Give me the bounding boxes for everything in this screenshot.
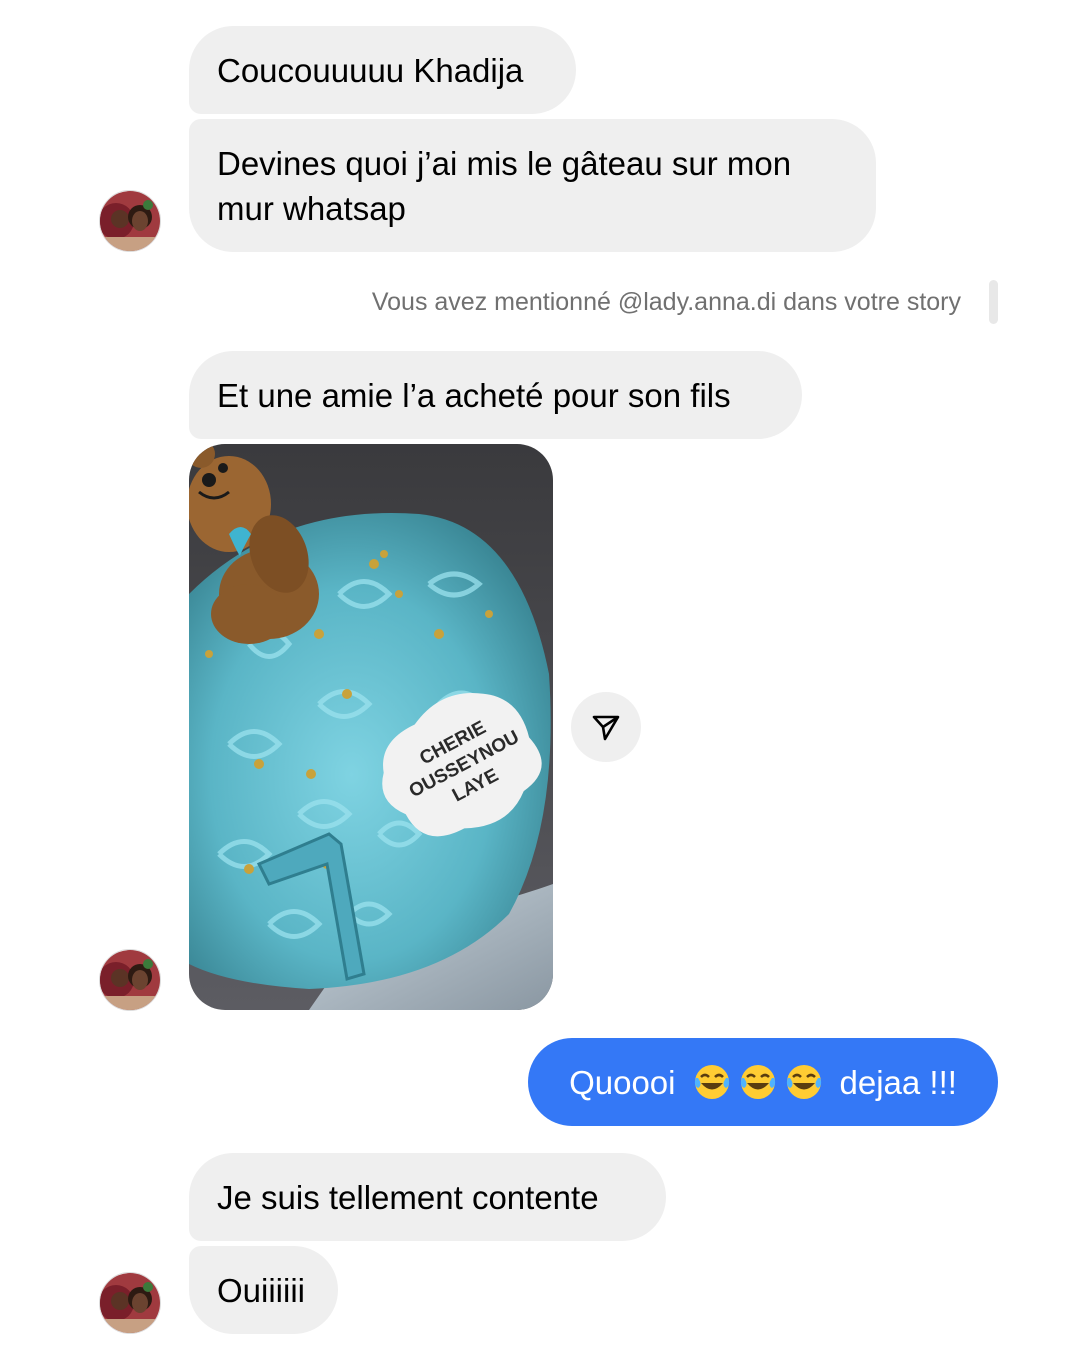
cake-photo[interactable]: CHERIE OUSSEYNOU LAYE bbox=[189, 444, 553, 1010]
outgoing-message[interactable]: Quoooi dejaa !!! bbox=[528, 1038, 998, 1126]
message-text: dejaa !!! bbox=[839, 1063, 957, 1101]
contact-avatar[interactable] bbox=[99, 949, 161, 1011]
incoming-message[interactable]: Ouiiiiii bbox=[189, 1246, 338, 1334]
share-button[interactable] bbox=[571, 692, 641, 762]
tears-of-joy-emoji-icon bbox=[740, 1065, 775, 1099]
message-text: Quoooi bbox=[569, 1063, 676, 1101]
scroll-indicator bbox=[989, 280, 998, 324]
message-text: Et une amie l’a acheté pour son fils bbox=[217, 376, 731, 414]
contact-avatar[interactable] bbox=[99, 190, 161, 252]
avatar-photo bbox=[100, 950, 160, 1010]
tears-of-joy-emoji-icon bbox=[694, 1065, 729, 1099]
contact-avatar[interactable] bbox=[99, 1272, 161, 1334]
incoming-message[interactable]: Je suis tellement contente bbox=[189, 1153, 666, 1241]
avatar-photo bbox=[100, 191, 160, 251]
message-text: Devines quoi j’ai mis le gâteau sur mon … bbox=[217, 145, 792, 227]
message-text: Ouiiiiii bbox=[217, 1271, 306, 1309]
incoming-message[interactable]: Coucouuuuu Khadija bbox=[189, 26, 576, 114]
cake-image: CHERIE OUSSEYNOU LAYE bbox=[189, 444, 553, 1010]
emoji-group bbox=[692, 1062, 824, 1102]
tears-of-joy-emoji-icon bbox=[786, 1065, 821, 1099]
incoming-message[interactable]: Et une amie l’a acheté pour son fils bbox=[189, 351, 802, 439]
message-text: Coucouuuuu Khadija bbox=[217, 51, 524, 89]
story-mention-notice: Vous avez mentionné @lady.anna.di dans v… bbox=[371, 288, 961, 316]
send-icon bbox=[592, 715, 620, 741]
incoming-message[interactable]: Devines quoi j’ai mis le gâteau sur mon … bbox=[189, 119, 876, 252]
message-text: Je suis tellement contente bbox=[217, 1178, 599, 1216]
avatar-photo bbox=[100, 1273, 160, 1333]
